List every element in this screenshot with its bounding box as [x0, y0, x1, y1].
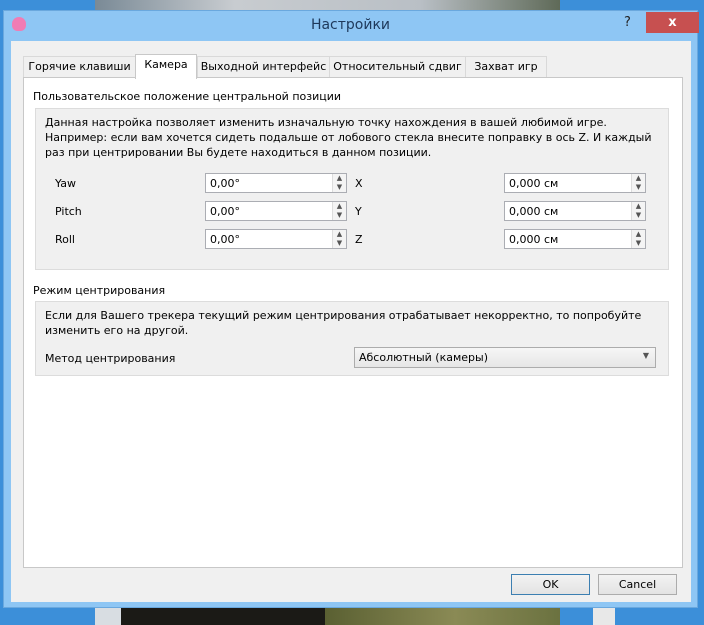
- spin-arrows-icon[interactable]: ▲ ▼: [332, 202, 346, 220]
- centering-mode-group-title: Режим центрирования: [33, 284, 166, 297]
- pitch-value: 0,00°: [210, 205, 240, 218]
- pitch-spinbox[interactable]: 0,00° ▲ ▼: [205, 201, 347, 221]
- camera-tab-pane: Пользовательское положение центральной п…: [23, 77, 683, 568]
- y-label: Y: [355, 205, 362, 218]
- tab-game-capture[interactable]: Захват игр: [465, 56, 547, 78]
- settings-dialog: Настройки ? x Горячие клавиши Камера Вых…: [3, 10, 699, 608]
- spin-arrows-icon[interactable]: ▲ ▼: [631, 202, 645, 220]
- spin-arrows-icon[interactable]: ▲ ▼: [332, 230, 346, 248]
- yaw-spinbox[interactable]: 0,00° ▲ ▼: [205, 173, 347, 193]
- centering-mode-description: Если для Вашего трекера текущий режим це…: [45, 309, 642, 337]
- centering-method-select[interactable]: Абсолютный (камеры) ▼: [354, 347, 656, 368]
- spin-arrows-icon[interactable]: ▲ ▼: [631, 230, 645, 248]
- yaw-value: 0,00°: [210, 177, 240, 190]
- center-position-group-title: Пользовательское положение центральной п…: [33, 90, 342, 103]
- centering-method-value: Абсолютный (камеры): [359, 351, 489, 364]
- roll-label: Roll: [55, 233, 75, 246]
- z-spinbox[interactable]: 0,000 см ▲ ▼: [504, 229, 646, 249]
- background-desktop-item: [593, 608, 615, 625]
- tab-output-interface[interactable]: Выходной интерфейс: [197, 56, 330, 78]
- x-value: 0,000 см: [509, 177, 559, 190]
- z-value: 0,000 см: [509, 233, 559, 246]
- tab-relative-shift[interactable]: Относительный сдвиг: [329, 56, 466, 78]
- z-label: Z: [355, 233, 363, 246]
- y-spinbox[interactable]: 0,000 см ▲ ▼: [504, 201, 646, 221]
- help-button[interactable]: ?: [624, 15, 631, 30]
- tab-hotkeys[interactable]: Горячие клавиши: [23, 56, 136, 78]
- chevron-down-icon: ▼: [642, 351, 649, 360]
- roll-spinbox[interactable]: 0,00° ▲ ▼: [205, 229, 347, 249]
- y-value: 0,000 см: [509, 205, 559, 218]
- spin-arrows-icon[interactable]: ▲ ▼: [631, 174, 645, 192]
- ok-button[interactable]: OK: [511, 574, 590, 595]
- roll-value: 0,00°: [210, 233, 240, 246]
- spin-arrows-icon[interactable]: ▲ ▼: [332, 174, 346, 192]
- dialog-client: Горячие клавиши Камера Выходной интерфей…: [11, 41, 691, 602]
- x-label: X: [355, 177, 363, 190]
- cancel-button[interactable]: Cancel: [598, 574, 677, 595]
- yaw-label: Yaw: [55, 177, 76, 190]
- center-position-group: Данная настройка позволяет изменить изна…: [35, 108, 669, 270]
- background-desktop-bottom: [95, 608, 560, 625]
- close-button[interactable]: x: [646, 12, 699, 33]
- pitch-label: Pitch: [55, 205, 82, 218]
- x-spinbox[interactable]: 0,000 см ▲ ▼: [504, 173, 646, 193]
- tab-camera[interactable]: Камера: [135, 54, 197, 79]
- center-position-description: Данная настройка позволяет изменить изна…: [45, 116, 652, 159]
- window-title: Настройки: [310, 17, 391, 33]
- centering-mode-group: Если для Вашего трекера текущий режим це…: [35, 301, 669, 376]
- centering-method-label: Метод центрирования: [45, 352, 176, 365]
